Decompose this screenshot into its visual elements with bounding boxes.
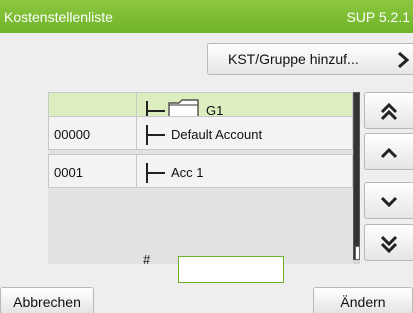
number-input[interactable] [178, 256, 284, 283]
row-name: Default Account [171, 127, 263, 142]
row-code: 0001 [48, 154, 137, 188]
table-row[interactable]: 0001 Acc 1 [48, 154, 353, 188]
row-name-cell: Default Account [137, 116, 353, 150]
tree-branch-icon [146, 163, 165, 183]
chevron-right-icon [398, 51, 409, 69]
tree-branch-icon [146, 125, 165, 145]
add-cost-center-label: KST/Gruppe hinzuf... [228, 51, 359, 67]
cancel-button[interactable]: Abbrechen [0, 287, 94, 313]
add-cost-center-button[interactable]: KST/Gruppe hinzuf... [207, 43, 413, 75]
scrollbar-end [355, 246, 360, 260]
scroll-last-button[interactable] [364, 224, 413, 261]
table-row[interactable]: 00000 Default Account [48, 116, 353, 150]
row-name: Acc 1 [171, 165, 204, 180]
chevron-up-icon [380, 147, 398, 159]
scrollbar-thumb[interactable] [353, 92, 360, 260]
cost-center-table: G1 00000 Default Account 0001 Acc 1 [48, 92, 360, 264]
scroll-down-button[interactable] [364, 182, 413, 219]
scroll-up-button[interactable] [364, 133, 413, 170]
screen-title: Kostenstellenliste [4, 9, 113, 25]
scroll-first-button[interactable] [364, 92, 413, 129]
number-label: # [143, 252, 151, 267]
double-chevron-up-icon [380, 102, 398, 121]
scrollbar[interactable] [353, 92, 360, 264]
row-name-cell: Acc 1 [137, 154, 353, 188]
title-bar: Kostenstellenliste SUP 5.2.1 [0, 0, 413, 33]
row-code: 00000 [48, 116, 137, 150]
change-button[interactable]: Ändern [313, 287, 413, 313]
version-label: SUP 5.2.1 [346, 9, 410, 25]
chevron-down-icon [380, 196, 398, 208]
double-chevron-down-icon [380, 235, 398, 254]
